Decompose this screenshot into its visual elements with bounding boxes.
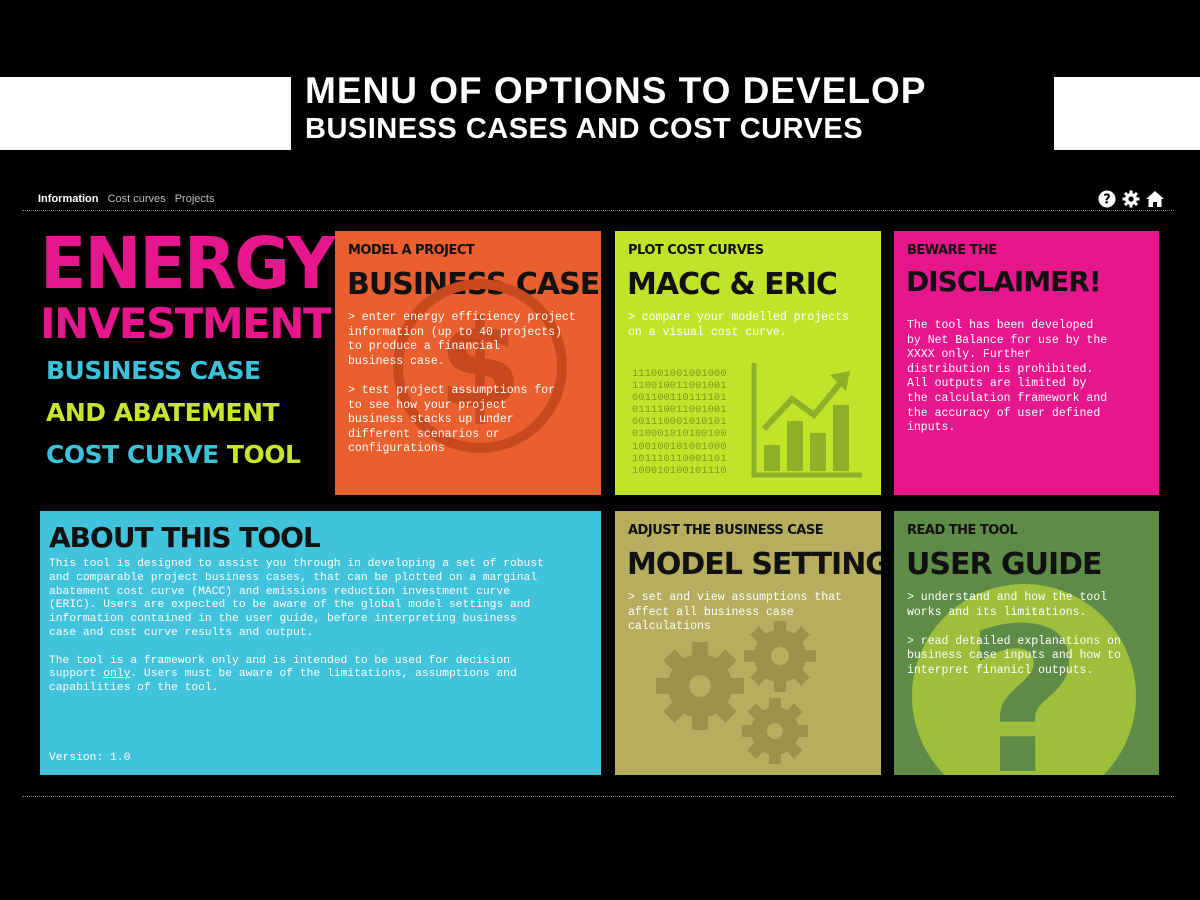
binary-pattern: 111001001001000 110010011001001 00110011…	[632, 368, 727, 477]
growth-chart-icon	[751, 363, 862, 478]
tile-heading: DISCLAIMER!	[906, 265, 1102, 298]
tile-kicker: ADJUST THE BUSINESS CASE	[628, 523, 824, 538]
tile-kicker: MODEL A PROJECT	[348, 243, 475, 258]
tile-description: The tool has been developed by Net Balan…	[907, 319, 1108, 435]
nav-item-projects[interactable]: Projects	[175, 193, 215, 205]
gears-icon	[656, 621, 816, 764]
tile-about: ABOUT THIS TOOL This tool is designed to…	[40, 511, 601, 775]
logo-line-cost-curve: COST CURVE TOOL	[46, 434, 320, 476]
top-divider	[22, 210, 1174, 211]
tile-description: > understand and how the tool works and …	[907, 591, 1121, 677]
tile-kicker: READ THE TOOL	[907, 523, 1018, 538]
toolbar-icons: ?	[1097, 189, 1165, 209]
banner-right-block	[1054, 77, 1200, 150]
logo-line-investment: INVESTMENT	[40, 299, 332, 348]
tile-description: > enter energy efficiency project inform…	[348, 311, 576, 456]
banner-left-block	[0, 77, 291, 150]
nav-item-cost-curves[interactable]: Cost curves	[108, 193, 166, 205]
tile-description: > compare your modelled projects on a vi…	[628, 311, 849, 339]
home-icon[interactable]	[1145, 189, 1165, 209]
tile-model-settings[interactable]: ADJUST THE BUSINESS CASE MODEL SETTINGS …	[615, 511, 881, 775]
tile-heading: MACC & ERIC	[627, 267, 838, 302]
tile-heading: ABOUT THIS TOOL	[49, 521, 321, 554]
settings-gear-icon[interactable]	[1121, 189, 1141, 209]
tile-kicker: PLOT COST CURVES	[628, 243, 764, 258]
tile-macc-eric[interactable]: 111001001001000 110010011001001 00110011…	[615, 231, 881, 495]
version-label: Version: 1.0	[49, 752, 131, 764]
about-paragraph-1: This tool is designed to assist you thro…	[49, 558, 544, 639]
tile-business-case[interactable]: $ MODEL A PROJECT BUSINESS CASE > enter …	[335, 231, 601, 495]
logo-cost-curve-text: COST CURVE	[46, 440, 219, 469]
svg-text:?: ?	[1103, 193, 1111, 208]
about-underlined-only: only	[103, 668, 131, 681]
nav-item-information[interactable]: Information	[38, 193, 99, 205]
tile-disclaimer[interactable]: BEWARE THE DISCLAIMER! The tool has been…	[894, 231, 1159, 495]
about-description: This tool is designed to assist you thro…	[49, 558, 597, 696]
banner-title-line2: BUSINESS CASES AND COST CURVES	[305, 113, 864, 145]
tile-user-guide[interactable]: ? READ THE TOOL USER GUIDE > understand …	[894, 511, 1159, 775]
tile-heading: MODEL SETTINGS	[627, 547, 881, 582]
logo-line-energy: ENERGY	[40, 222, 336, 306]
logo-line-abatement: AND ABATEMENT	[46, 398, 280, 427]
tile-kicker: BEWARE THE	[907, 243, 997, 258]
help-icon[interactable]: ?	[1097, 189, 1117, 209]
banner-title: MENU OF OPTIONS TO DEVELOP BUSINESS CASE…	[305, 72, 1050, 144]
bottom-divider	[22, 796, 1174, 797]
banner-title-line1: MENU OF OPTIONS TO DEVELOP	[305, 70, 927, 111]
logo-line-business-case: BUSINESS CASE	[46, 356, 261, 385]
tile-description: > set and view assumptions that affect a…	[628, 591, 842, 634]
app-logo: ENERGY INVESTMENT BUSINESS CASE AND ABAT…	[40, 222, 336, 476]
logo-tool-text: TOOL	[226, 440, 301, 469]
top-nav: Information Cost curves Projects	[38, 193, 220, 205]
